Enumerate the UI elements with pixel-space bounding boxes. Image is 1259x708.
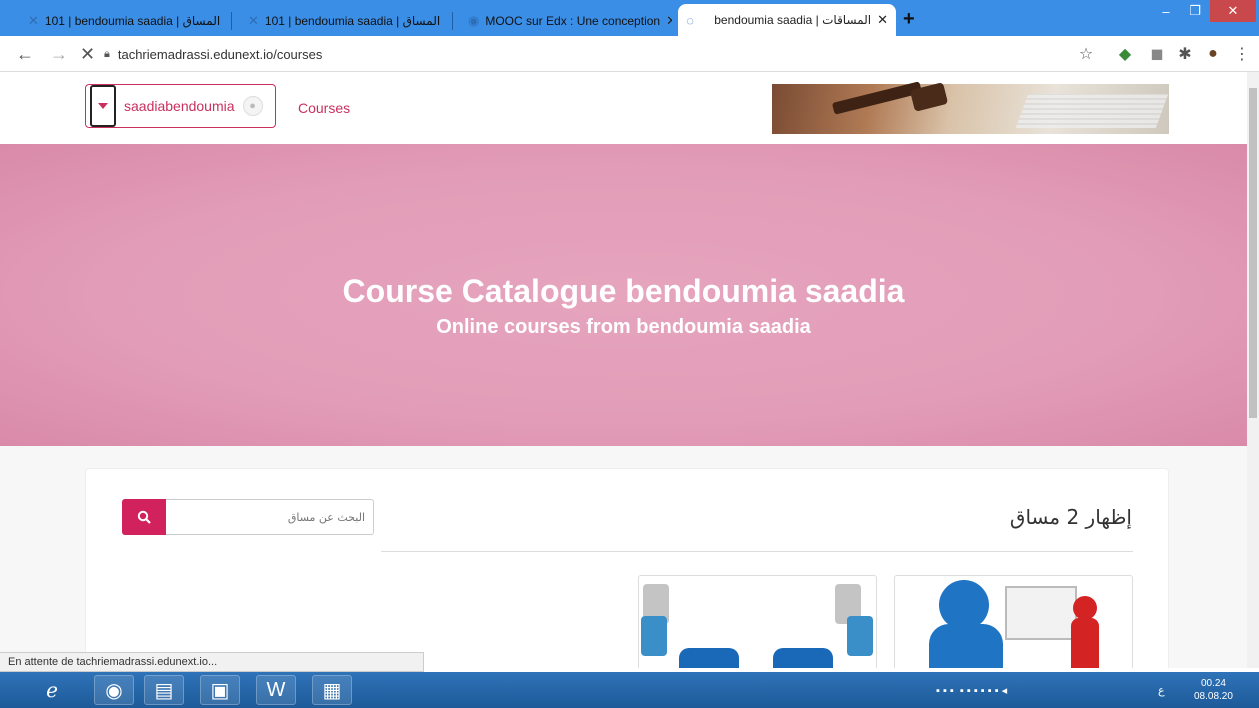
lock-icon: 🔒︎: [104, 47, 110, 60]
clock-time: 00.24: [1200, 678, 1226, 689]
tab-1-title: 101 | bendoumia saadia | المساق: [44, 14, 221, 28]
windows-taskbar: ℯ ◉ ▤ ▣ W ▦ ▪ ▪ ▪ ▪ ▪ ▪ ▪ ▪ ▪ ◂ ع 00.24 …: [0, 672, 1259, 708]
bookmark-star-icon[interactable]: ☆: [1076, 44, 1096, 64]
page-scrollbar[interactable]: [1247, 72, 1259, 668]
course-count-label: إظهار 2 مساق: [1009, 505, 1132, 529]
tab-2-close-icon[interactable]: ✕: [440, 13, 448, 29]
puzzle-piece-image: [847, 616, 873, 656]
people-group-image: [679, 648, 739, 668]
divider: [381, 551, 1133, 552]
hero-subtitle: Online courses from bendoumia saadia: [436, 316, 811, 338]
browser-tab-bar: ✕ 101 | bendoumia saadia | المساق ✕ ✕ 10…: [0, 0, 1259, 36]
user-avatar-icon: ●: [242, 96, 263, 116]
tab-4-close-icon[interactable]: ✕: [871, 12, 888, 28]
scrollbar-thumb[interactable]: [1249, 88, 1257, 418]
stop-loading-icon[interactable]: ✕: [80, 44, 95, 65]
hero-title: Course Catalogue bendoumia saadia: [342, 273, 905, 309]
tab-3[interactable]: ◉ MOOC sur Edx : Une conception ✕: [460, 6, 672, 36]
file-explorer-icon[interactable]: ▤: [144, 675, 184, 705]
presentation-board-image: [1005, 586, 1077, 640]
caret-down-icon: [98, 103, 108, 109]
person-body-image: [929, 624, 1003, 668]
puzzle-extensions-icon[interactable]: ✱: [1175, 44, 1195, 64]
system-clock[interactable]: 00.24 08.08.20: [1194, 677, 1233, 703]
tab-separator: [452, 12, 453, 30]
minimize-button[interactable]: –: [1152, 0, 1180, 22]
dropdown-toggle-button[interactable]: [90, 85, 116, 127]
extension-icon[interactable]: ◆: [1115, 44, 1135, 64]
tab-1-close-icon[interactable]: ✕: [220, 13, 228, 29]
system-tray-icons[interactable]: ▪ ▪ ▪ ▪ ▪ ▪ ▪ ▪ ▪ ◂: [936, 684, 1007, 697]
internet-explorer-icon[interactable]: ℯ: [32, 675, 72, 705]
puzzle-piece-image: [641, 616, 667, 656]
tab-3-title: MOOC sur Edx : Une conception: [485, 14, 661, 28]
book-pages: [1015, 94, 1169, 128]
chrome-icon[interactable]: ◉: [94, 675, 134, 705]
course-card[interactable]: [894, 575, 1133, 668]
search-icon: [137, 510, 151, 524]
presenter-head-image: [1073, 596, 1097, 620]
username: saadiabendoumia: [124, 98, 235, 114]
catalog-card: إظهار 2 مساق: [85, 468, 1169, 668]
page-viewport: saadiabendoumia ● Courses Course Catalog…: [0, 72, 1247, 668]
url-text: tachriemadrassi.edunext.io/courses: [117, 46, 323, 62]
tab-4-title: bendoumia saadia | المساقات: [714, 13, 872, 27]
maximize-button[interactable]: ❐: [1181, 0, 1209, 22]
menu-dots-icon[interactable]: ⋮: [1232, 44, 1252, 64]
tab-1[interactable]: ✕ 101 | bendoumia saadia | المساق ✕: [20, 6, 228, 36]
word-icon[interactable]: W: [256, 675, 296, 705]
tab-3-close-icon[interactable]: ✕: [660, 13, 672, 29]
forward-arrow-icon[interactable]: →: [50, 44, 68, 65]
header-banner-image: [772, 81, 1169, 134]
tab-4-active[interactable]: ◌ bendoumia saadia | المساقات ✕: [678, 4, 896, 36]
profile-avatar-icon[interactable]: ●: [1203, 44, 1223, 64]
status-bar: En attente de tachriemadrassi.edunext.io…: [0, 652, 424, 672]
close-window-button[interactable]: ✕: [1210, 0, 1256, 22]
tab-2-title: 101 | bendoumia saadia | المساق: [264, 14, 441, 28]
address-bar[interactable]: 🔒︎ tachriemadrassi.edunext.io/courses: [104, 41, 1104, 67]
courses-nav-link[interactable]: Courses: [298, 100, 350, 116]
loading-favicon-icon: ◌: [686, 12, 694, 28]
person-head-image: [939, 580, 989, 630]
back-arrow-icon[interactable]: ←: [16, 44, 34, 65]
search-button[interactable]: [122, 499, 166, 535]
clock-date: 08.08.20: [1194, 691, 1233, 702]
app-icon[interactable]: ▦: [312, 675, 352, 705]
people-group-image: [773, 648, 833, 668]
edx-favicon-icon: ✕: [248, 13, 259, 28]
edx-favicon-icon: ✕: [28, 13, 39, 28]
extension-badge-icon[interactable]: ◼: [1147, 44, 1167, 64]
globe-favicon-icon: ◉: [468, 13, 480, 28]
tab-separator: [231, 12, 232, 30]
search-input[interactable]: [166, 499, 374, 535]
tab-2[interactable]: ✕ 101 | bendoumia saadia | المساق ✕: [240, 6, 448, 36]
presenter-body-image: [1071, 618, 1099, 668]
course-search: [122, 499, 374, 535]
photo-viewer-icon[interactable]: ▣: [200, 675, 240, 705]
user-menu[interactable]: saadiabendoumia ●: [85, 84, 276, 128]
new-tab-button[interactable]: +: [903, 8, 915, 31]
site-header: saadiabendoumia ● Courses: [0, 72, 1247, 144]
gavel-handle: [831, 81, 923, 115]
course-card[interactable]: [638, 575, 877, 668]
browser-toolbar: ← → ✕ 🔒︎ tachriemadrassi.edunext.io/cour…: [0, 36, 1259, 72]
hero-banner: Course Catalogue bendoumia saadia Online…: [0, 144, 1247, 446]
input-language[interactable]: ع: [1158, 684, 1165, 697]
